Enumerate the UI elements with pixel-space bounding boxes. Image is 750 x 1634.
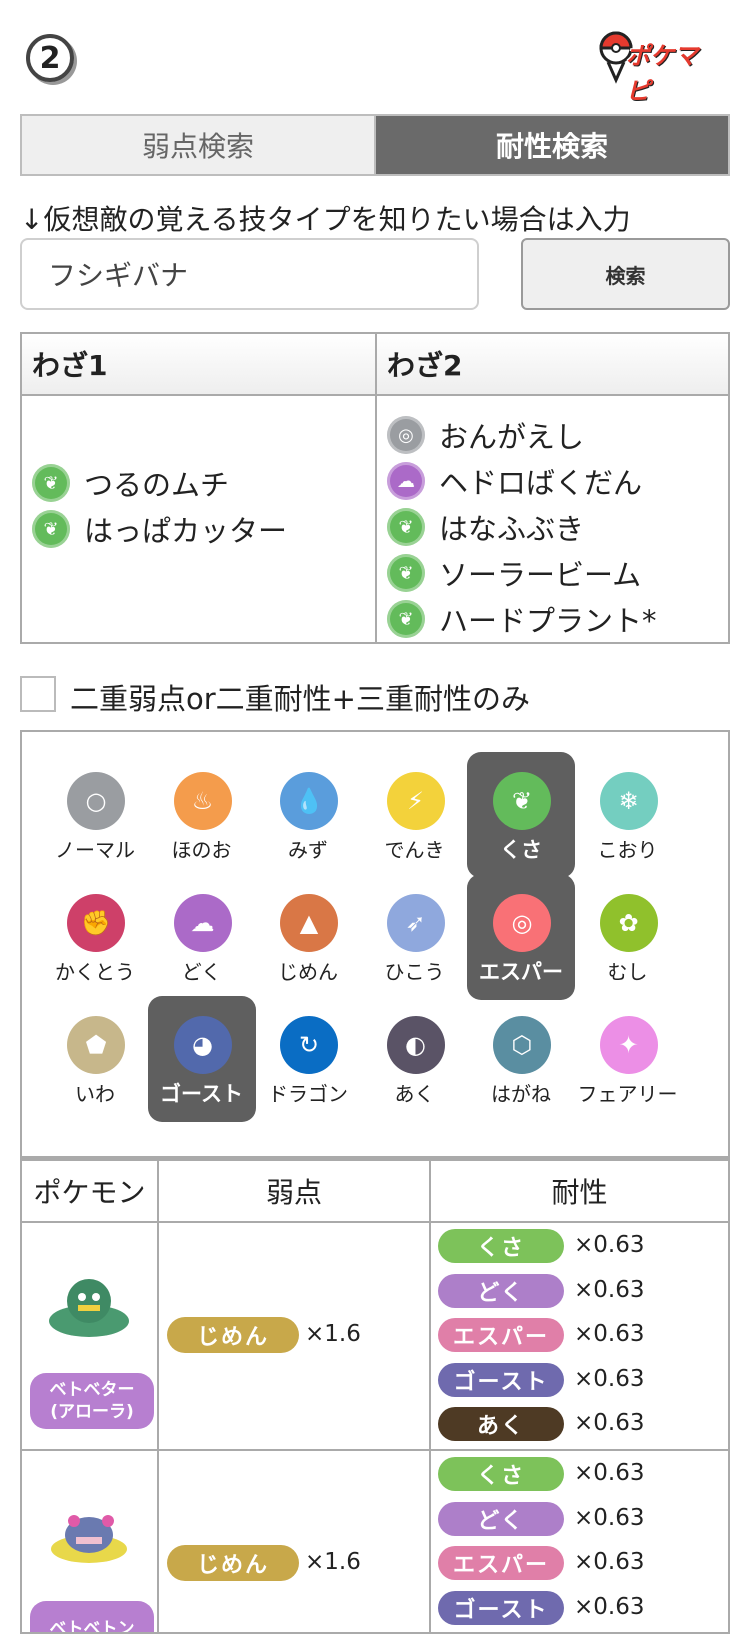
move-name: おんがえし	[439, 420, 585, 454]
rock-icon: ⬟	[67, 1016, 125, 1074]
resistance-type-badge: あく	[438, 1407, 564, 1441]
type-button-ice[interactable]: ❄ こおり	[574, 752, 682, 878]
weakness-multiplier: ×1.6	[305, 1549, 361, 1575]
move-item: ❦ ハードプラント*	[387, 596, 657, 642]
type-selector-grid: ○ ノーマル ♨ ほのお 💧 みず ⚡ でんき ❦ くさ ❄ こおり ✊ かくとう ☁ どく ▲ じめん ➶ ひこう ◎…	[20, 730, 730, 1158]
move-name: ハードプラント*	[439, 604, 657, 638]
move-name: つるのムチ	[84, 468, 230, 502]
type-button-bug[interactable]: ✿ むし	[574, 874, 682, 1000]
results-table: ポケモン 弱点 耐性 ベトベター (アローラ) じめん ×1.6 くさ ×0.63 どく ×0…	[20, 1158, 730, 1634]
grass-type-icon: ❦	[387, 554, 425, 592]
pokemon-search-input[interactable]: フシギバナ	[20, 238, 479, 310]
resistance-type-badge: どく	[438, 1501, 564, 1536]
poison-type-icon: ☁	[387, 462, 425, 500]
double-filter-checkbox[interactable]	[20, 676, 56, 712]
type-label: むし	[607, 960, 648, 984]
pokemon-sprite	[51, 1515, 127, 1563]
type-label: フェアリー	[577, 1082, 678, 1106]
normal-icon: ○	[67, 772, 125, 830]
grass-type-icon: ❦	[32, 464, 70, 502]
fire-icon: ♨	[173, 772, 232, 830]
pokemon-form: (アローラ)	[50, 1402, 134, 1422]
tab-weakness-search[interactable]: 弱点検索	[22, 116, 376, 174]
move-name: はっぱカッター	[84, 514, 288, 548]
resistance-type-badge: エスパー	[438, 1546, 564, 1580]
resistance-multiplier: ×0.63	[574, 1276, 645, 1303]
resistance-multiplier: ×0.63	[574, 1460, 645, 1486]
bug-icon: ✿	[599, 894, 658, 952]
move-name: はなふぶき	[439, 512, 585, 546]
type-button-fairy[interactable]: ✦ フェアリー	[574, 996, 682, 1122]
fighting-icon: ✊	[67, 894, 125, 952]
pokemon-name-badge[interactable]: ベトベター (アローラ)	[30, 1373, 154, 1429]
resistance-type-badge: エスパー	[438, 1318, 564, 1352]
input-hint: ↓仮想敵の覚える技タイプを知りたい場合は入力	[20, 203, 631, 236]
move-item: ☁ ヘドロばくだん	[387, 458, 657, 504]
grass-type-icon: ❦	[387, 600, 425, 638]
moves-col2-header: わざ2	[377, 334, 728, 396]
pokemapi-logo[interactable]: ポケマピ	[596, 30, 708, 105]
moves-col1-header: わざ1	[22, 334, 375, 396]
type-label: こおり	[597, 838, 658, 862]
pokemon-name: ベトベター	[49, 1380, 135, 1400]
results-header-pokemon: ポケモン	[22, 1161, 157, 1223]
poison-icon: ☁	[173, 894, 232, 952]
ground-icon: ▲	[280, 894, 338, 952]
move-item: ❦ はなふぶき	[387, 504, 657, 550]
column-divider	[429, 1161, 431, 1632]
move-item: ❦ ソーラービーム	[387, 550, 657, 596]
pokemon-name: ベトベトン	[49, 1619, 135, 1634]
pokemon-name-badge[interactable]: ベトベトン	[30, 1601, 154, 1634]
resistance-multiplier: ×0.63	[574, 1365, 645, 1392]
psychic-icon: ◎	[493, 894, 551, 952]
results-header-resistance: 耐性	[431, 1161, 728, 1223]
resistance-multiplier: ×0.63	[574, 1410, 645, 1436]
move-name: ヘドロばくだん	[439, 466, 643, 500]
resistance-type-badge: ゴースト	[438, 1590, 564, 1625]
resistance-type-badge: どく	[438, 1273, 564, 1308]
row-divider	[22, 1449, 728, 1451]
resistance-type-badge: くさ	[438, 1229, 564, 1263]
column-divider	[157, 1161, 159, 1632]
resistance-multiplier: ×0.63	[574, 1593, 645, 1620]
weakness-multiplier: ×1.6	[305, 1321, 361, 1347]
weakness-type-badge: じめん	[167, 1317, 299, 1353]
steel-icon: ⬡	[493, 1016, 551, 1074]
logo-text: ポケマピ	[626, 42, 698, 105]
tab-resistance-search[interactable]: 耐性検索	[376, 116, 728, 174]
resistance-type-badge: くさ	[438, 1457, 564, 1491]
resistance-multiplier: ×0.63	[574, 1321, 645, 1347]
water-icon: 💧	[280, 772, 338, 830]
results-header-weakness: 弱点	[159, 1161, 429, 1223]
resistance-multiplier: ×0.63	[574, 1549, 645, 1575]
dragon-icon: ↻	[280, 1016, 338, 1074]
pokemon-sprite	[49, 1279, 129, 1337]
move-name: ソーラービーム	[439, 558, 642, 592]
normal-type-icon: ◎	[387, 416, 425, 454]
electric-icon: ⚡	[386, 772, 445, 830]
dark-icon: ◐	[386, 1016, 445, 1074]
grass-type-icon: ❦	[32, 510, 70, 548]
step-number-badge: 2	[26, 34, 74, 82]
moves-table: わざ1 ❦ つるのムチ ❦ はっぱカッター わざ2 ◎ おんがえし ☁ ヘドロばくだん ❦ はな…	[20, 332, 730, 644]
move-item: ❦ はっぱカッター	[32, 506, 287, 552]
ice-icon: ❄	[599, 772, 658, 830]
flying-icon: ➶	[386, 894, 445, 952]
weakness-type-badge: じめん	[167, 1545, 299, 1581]
move-item: ◎ おんがえし	[387, 412, 657, 458]
grass-type-icon: ❦	[387, 508, 425, 546]
search-mode-tabs: 弱点検索 耐性検索	[20, 114, 730, 176]
resistance-type-badge: ゴースト	[438, 1362, 564, 1397]
resistance-multiplier: ×0.63	[574, 1504, 645, 1531]
search-button[interactable]: 検索	[521, 238, 730, 310]
double-filter-label: 二重弱点or二重耐性+三重耐性のみ	[70, 682, 530, 716]
grass-icon: ❦	[493, 772, 551, 830]
ghost-icon: ◕	[173, 1016, 232, 1074]
resistance-multiplier: ×0.63	[574, 1232, 645, 1258]
fairy-icon: ✦	[599, 1016, 658, 1074]
move-item: ❦ つるのムチ	[32, 460, 287, 506]
